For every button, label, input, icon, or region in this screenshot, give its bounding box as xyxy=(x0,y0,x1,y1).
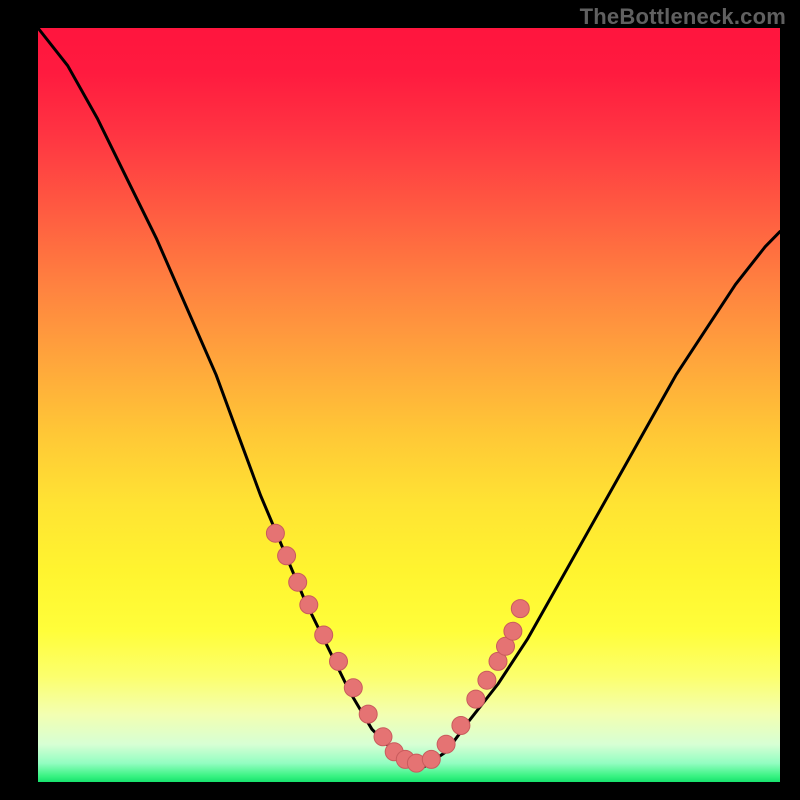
bottleneck-curve xyxy=(38,28,780,767)
curve-marker xyxy=(467,690,485,708)
plot-area xyxy=(38,28,780,782)
curve-marker xyxy=(437,735,455,753)
curve-marker xyxy=(266,524,284,542)
curve-marker xyxy=(278,547,296,565)
curve-marker xyxy=(511,600,529,618)
curve-marker xyxy=(359,705,377,723)
curve-marker xyxy=(452,717,470,735)
curve-marker xyxy=(289,573,307,591)
chart-svg xyxy=(38,28,780,782)
curve-marker xyxy=(300,596,318,614)
curve-marker xyxy=(344,679,362,697)
chart-frame: TheBottleneck.com xyxy=(0,0,800,800)
curve-marker xyxy=(330,652,348,670)
curve-marker xyxy=(422,750,440,768)
curve-marker xyxy=(315,626,333,644)
watermark-label: TheBottleneck.com xyxy=(580,4,786,30)
curve-marker xyxy=(374,728,392,746)
curve-marker xyxy=(478,671,496,689)
curve-marker xyxy=(504,622,522,640)
